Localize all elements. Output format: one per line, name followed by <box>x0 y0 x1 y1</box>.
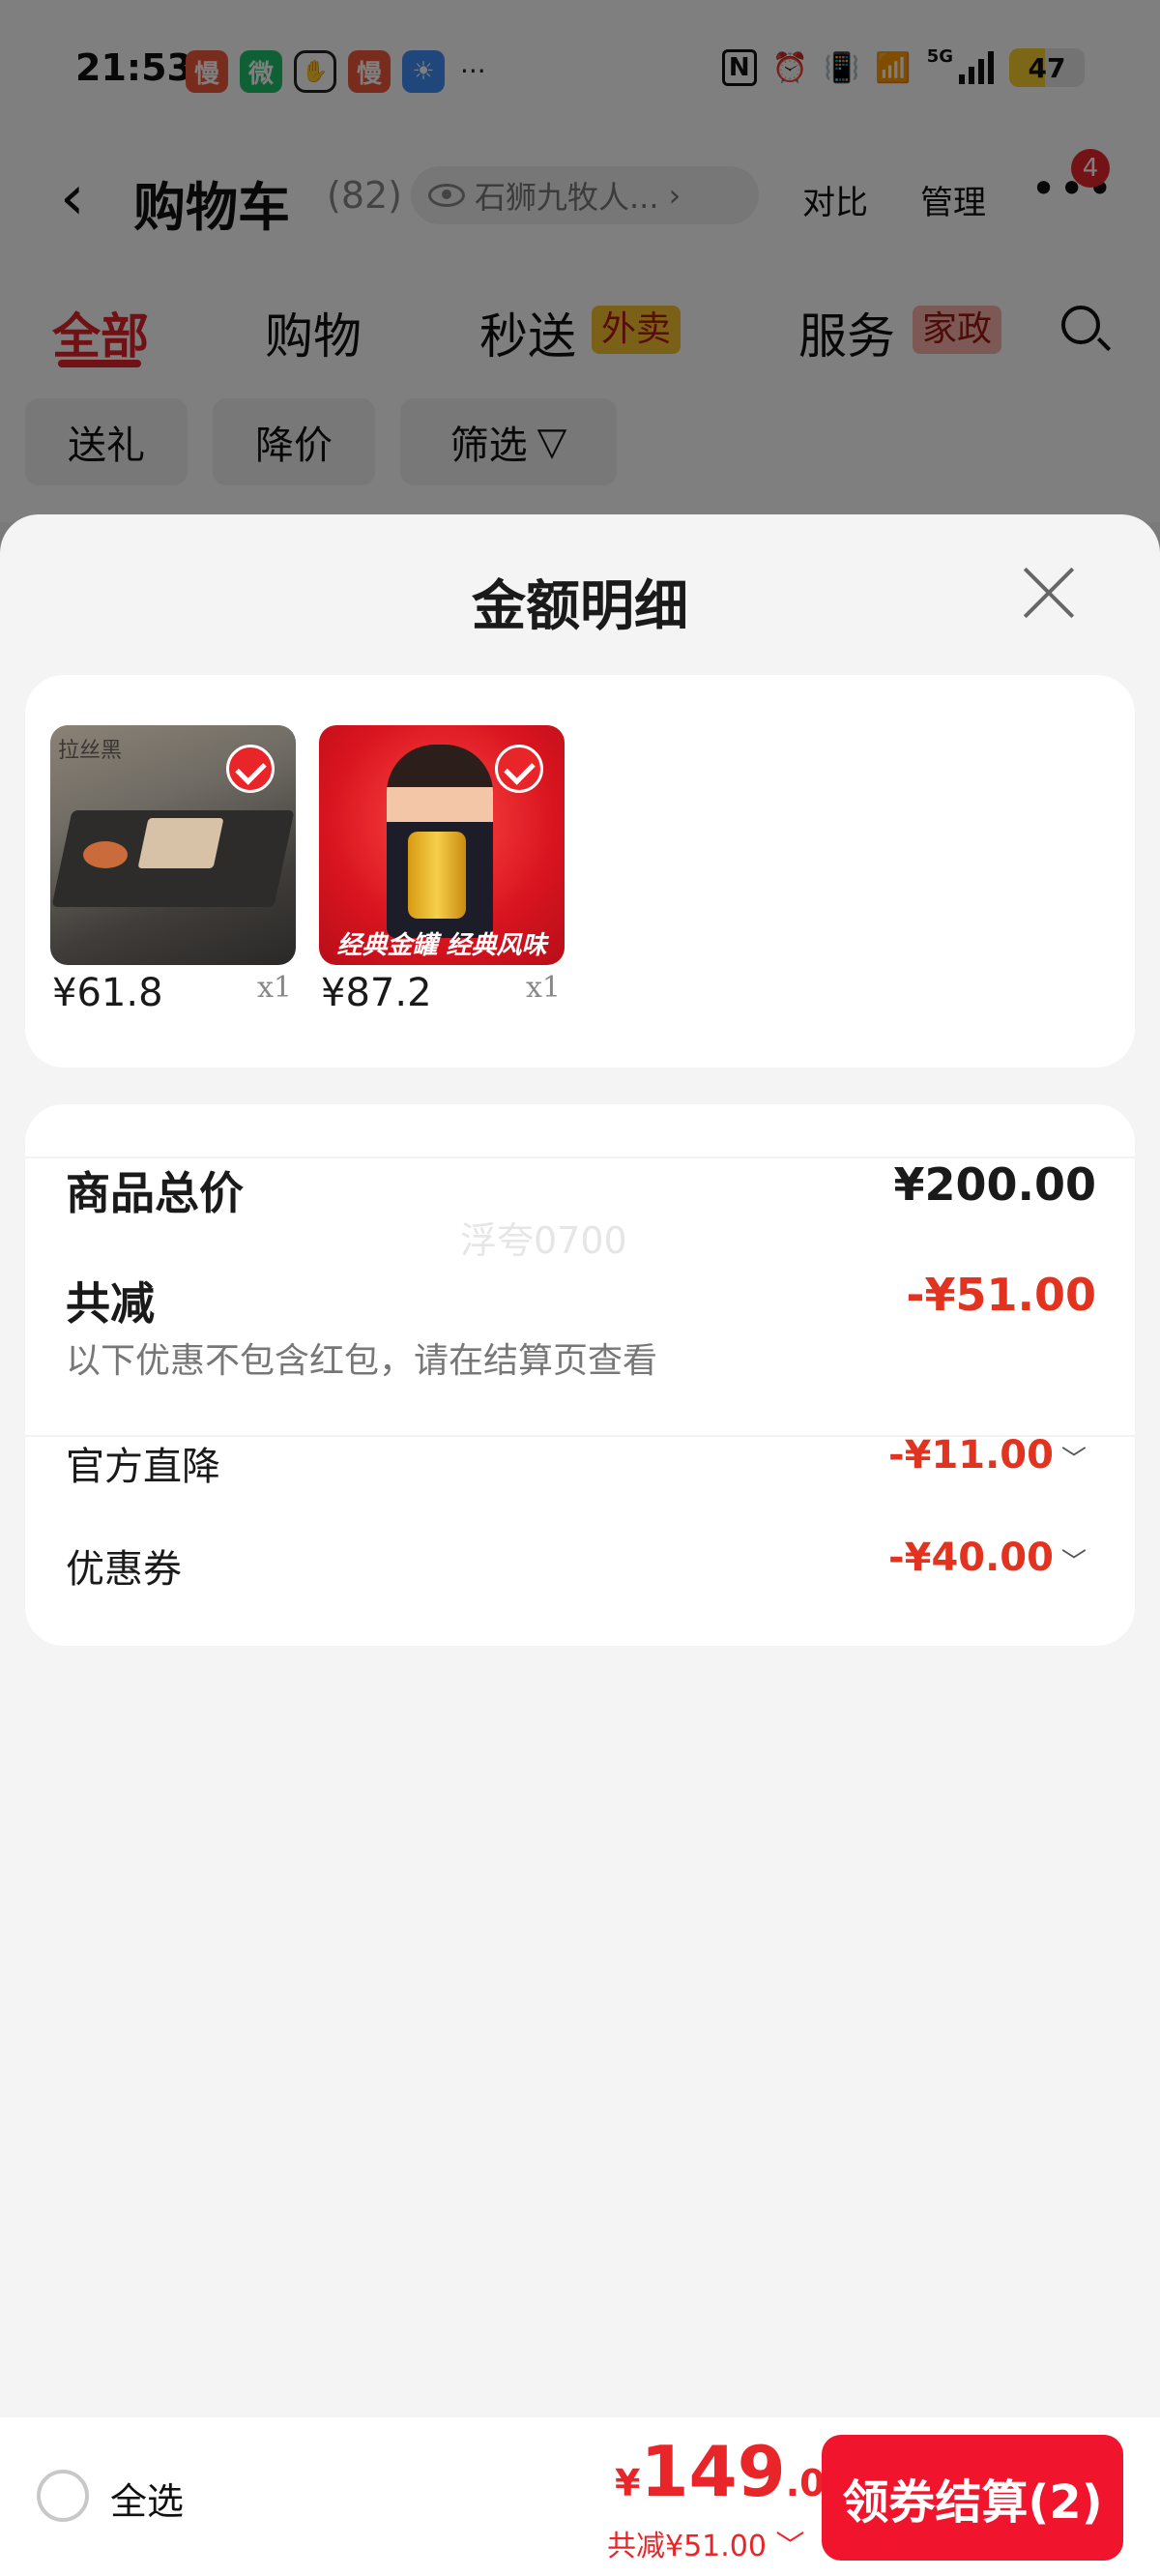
image-label: 经典金罐 经典风味 <box>336 931 547 960</box>
select-all-radio[interactable] <box>37 2470 89 2522</box>
coupon-value[interactable]: -¥40.00 ﹀ <box>888 1536 1087 1580</box>
saved-amount[interactable]: 共减¥51.00 ﹀ <box>607 2522 805 2564</box>
total-reduction-label: 共减 <box>66 1277 155 1330</box>
product-image-energy-drink: 经典金罐 经典风味 <box>319 725 565 965</box>
watermark: 浮夸0700 <box>460 1219 627 1262</box>
product-price: ¥87.2 <box>321 971 432 1015</box>
image-label: 拉丝黑 <box>58 739 123 763</box>
product-price: ¥61.8 <box>52 971 163 1015</box>
official-discount-label: 官方直降 <box>66 1445 220 1489</box>
chevron-down-icon: ﹀ <box>1060 1446 1087 1475</box>
amount-detail-sheet: 金额明细 拉丝黑 ¥61.8 x1 经典金罐 经典风味 ¥87.2 x1 商品总… <box>0 514 1160 2576</box>
close-icon[interactable] <box>1021 565 1077 621</box>
select-all-label[interactable]: 全选 <box>110 2472 184 2525</box>
product-image-desk: 拉丝黑 <box>50 725 296 965</box>
total-reduction-value: -¥51.00 <box>906 1269 1096 1321</box>
discount-note: 以下优惠不包含红包，请在结算页查看 <box>66 1341 658 1381</box>
sheet-title: 金额明细 <box>472 575 688 638</box>
official-discount-value[interactable]: -¥11.00 ﹀ <box>888 1433 1087 1478</box>
product-item[interactable]: 拉丝黑 ¥61.8 x1 <box>50 725 296 1015</box>
checked-icon[interactable] <box>226 745 275 793</box>
official-discount-amount: -¥11.00 <box>888 1433 1054 1478</box>
chevron-down-icon: ﹀ <box>1060 1548 1087 1577</box>
product-quantity: x1 <box>525 971 561 1005</box>
coupon-label: 优惠券 <box>66 1547 182 1592</box>
checkout-bar: 全选 ¥149.00 共减¥51.00 ﹀ 领券结算(2) <box>0 2417 1160 2576</box>
total-price-value: ¥200.00 <box>893 1158 1096 1211</box>
product-quantity: x1 <box>256 971 292 1005</box>
checked-icon[interactable] <box>495 745 543 793</box>
product-item[interactable]: 经典金罐 经典风味 ¥87.2 x1 <box>319 725 565 1015</box>
price-integer: 149 <box>640 2431 786 2512</box>
total-payable: ¥149.00 <box>615 2431 851 2512</box>
coupon-amount: -¥40.00 <box>888 1536 1054 1580</box>
selected-products-card: 拉丝黑 ¥61.8 x1 经典金罐 经典风味 ¥87.2 x1 <box>25 675 1135 1068</box>
currency-symbol: ¥ <box>615 2462 641 2504</box>
total-price-label: 商品总价 <box>66 1167 244 1219</box>
checkout-button[interactable]: 领券结算(2) <box>822 2435 1123 2561</box>
price-summary-card: 商品总价 ¥200.00 浮夸0700 共减 -¥51.00 以下优惠不包含红包… <box>25 1104 1135 1646</box>
